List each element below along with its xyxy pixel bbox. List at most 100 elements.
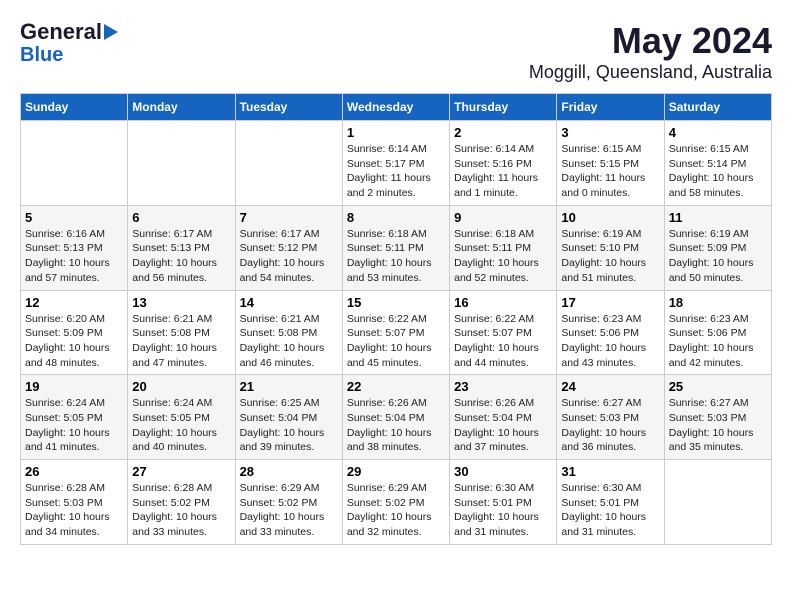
calendar-cell: 4 Sunrise: 6:15 AMSunset: 5:14 PMDaylight… <box>664 121 771 206</box>
day-number: 10 <box>561 210 659 225</box>
calendar-cell: 23 Sunrise: 6:26 AMSunset: 5:04 PMDayligh… <box>450 375 557 460</box>
column-header-tuesday: Tuesday <box>235 94 342 121</box>
day-number: 5 <box>25 210 123 225</box>
day-info: Sunrise: 6:22 AMSunset: 5:07 PMDaylight:… <box>454 312 552 371</box>
day-number: 7 <box>240 210 338 225</box>
calendar-cell: 5 Sunrise: 6:16 AMSunset: 5:13 PMDaylight… <box>21 205 128 290</box>
calendar-cell: 12 Sunrise: 6:20 AMSunset: 5:09 PMDayligh… <box>21 290 128 375</box>
day-number: 9 <box>454 210 552 225</box>
calendar-cell: 11 Sunrise: 6:19 AMSunset: 5:09 PMDayligh… <box>664 205 771 290</box>
calendar-cell: 10 Sunrise: 6:19 AMSunset: 5:10 PMDayligh… <box>557 205 664 290</box>
day-number: 22 <box>347 379 445 394</box>
day-number: 14 <box>240 295 338 310</box>
day-number: 23 <box>454 379 552 394</box>
day-number: 12 <box>25 295 123 310</box>
day-number: 20 <box>132 379 230 394</box>
day-info: Sunrise: 6:25 AMSunset: 5:04 PMDaylight:… <box>240 396 338 455</box>
logo-arrow-icon <box>104 24 118 40</box>
calendar-cell <box>128 121 235 206</box>
day-number: 28 <box>240 464 338 479</box>
day-info: Sunrise: 6:14 AMSunset: 5:16 PMDaylight:… <box>454 142 552 201</box>
day-info: Sunrise: 6:23 AMSunset: 5:06 PMDaylight:… <box>669 312 767 371</box>
column-header-sunday: Sunday <box>21 94 128 121</box>
day-number: 3 <box>561 125 659 140</box>
calendar-cell <box>235 121 342 206</box>
calendar-cell: 22 Sunrise: 6:26 AMSunset: 5:04 PMDayligh… <box>342 375 449 460</box>
calendar-cell: 3 Sunrise: 6:15 AMSunset: 5:15 PMDaylight… <box>557 121 664 206</box>
column-header-friday: Friday <box>557 94 664 121</box>
day-number: 4 <box>669 125 767 140</box>
day-info: Sunrise: 6:21 AMSunset: 5:08 PMDaylight:… <box>132 312 230 371</box>
day-info: Sunrise: 6:17 AMSunset: 5:12 PMDaylight:… <box>240 227 338 286</box>
calendar-cell: 24 Sunrise: 6:27 AMSunset: 5:03 PMDayligh… <box>557 375 664 460</box>
calendar-cell: 1Sunrise: 6:14 AMSunset: 5:17 PMDaylight… <box>342 121 449 206</box>
calendar-cell <box>21 121 128 206</box>
day-info: Sunrise: 6:27 AMSunset: 5:03 PMDaylight:… <box>669 396 767 455</box>
calendar-cell: 25 Sunrise: 6:27 AMSunset: 5:03 PMDayligh… <box>664 375 771 460</box>
day-info: Sunrise: 6:23 AMSunset: 5:06 PMDaylight:… <box>561 312 659 371</box>
day-number: 2 <box>454 125 552 140</box>
day-info: Sunrise: 6:21 AMSunset: 5:08 PMDaylight:… <box>240 312 338 371</box>
day-number: 8 <box>347 210 445 225</box>
day-number: 1 <box>347 125 445 140</box>
calendar-week-row: 5 Sunrise: 6:16 AMSunset: 5:13 PMDaylight… <box>21 205 772 290</box>
day-info: Sunrise: 6:29 AMSunset: 5:02 PMDaylight:… <box>240 481 338 540</box>
calendar-table: SundayMondayTuesdayWednesdayThursdayFrid… <box>20 93 772 545</box>
calendar-week-row: 1Sunrise: 6:14 AMSunset: 5:17 PMDaylight… <box>21 121 772 206</box>
calendar-cell: 8Sunrise: 6:18 AMSunset: 5:11 PMDaylight… <box>342 205 449 290</box>
calendar-cell: 2 Sunrise: 6:14 AMSunset: 5:16 PMDaylight… <box>450 121 557 206</box>
title-area: May 2024 Moggill, Queensland, Australia <box>529 20 772 83</box>
logo-text-general: General <box>20 20 102 44</box>
calendar-cell: 28 Sunrise: 6:29 AMSunset: 5:02 PMDayligh… <box>235 460 342 545</box>
day-number: 30 <box>454 464 552 479</box>
logo: General Blue <box>20 20 118 66</box>
day-info: Sunrise: 6:16 AMSunset: 5:13 PMDaylight:… <box>25 227 123 286</box>
column-header-thursday: Thursday <box>450 94 557 121</box>
calendar-cell: 9Sunrise: 6:18 AMSunset: 5:11 PMDaylight… <box>450 205 557 290</box>
day-number: 6 <box>132 210 230 225</box>
day-number: 29 <box>347 464 445 479</box>
calendar-cell: 29Sunrise: 6:29 AMSunset: 5:02 PMDayligh… <box>342 460 449 545</box>
calendar-cell: 17 Sunrise: 6:23 AMSunset: 5:06 PMDayligh… <box>557 290 664 375</box>
day-info: Sunrise: 6:15 AMSunset: 5:15 PMDaylight:… <box>561 142 659 201</box>
logo-text-blue: Blue <box>20 44 63 66</box>
calendar-title: May 2024 <box>529 20 772 62</box>
calendar-cell: 16Sunrise: 6:22 AMSunset: 5:07 PMDayligh… <box>450 290 557 375</box>
day-info: Sunrise: 6:20 AMSunset: 5:09 PMDaylight:… <box>25 312 123 371</box>
day-info: Sunrise: 6:26 AMSunset: 5:04 PMDaylight:… <box>347 396 445 455</box>
calendar-cell: 18Sunrise: 6:23 AMSunset: 5:06 PMDayligh… <box>664 290 771 375</box>
calendar-cell: 27 Sunrise: 6:28 AMSunset: 5:02 PMDayligh… <box>128 460 235 545</box>
day-info: Sunrise: 6:17 AMSunset: 5:13 PMDaylight:… <box>132 227 230 286</box>
calendar-cell: 6 Sunrise: 6:17 AMSunset: 5:13 PMDaylight… <box>128 205 235 290</box>
day-info: Sunrise: 6:24 AMSunset: 5:05 PMDaylight:… <box>25 396 123 455</box>
day-number: 24 <box>561 379 659 394</box>
day-info: Sunrise: 6:28 AMSunset: 5:03 PMDaylight:… <box>25 481 123 540</box>
calendar-cell: 26Sunrise: 6:28 AMSunset: 5:03 PMDayligh… <box>21 460 128 545</box>
calendar-cell: 15Sunrise: 6:22 AMSunset: 5:07 PMDayligh… <box>342 290 449 375</box>
column-header-monday: Monday <box>128 94 235 121</box>
day-info: Sunrise: 6:24 AMSunset: 5:05 PMDaylight:… <box>132 396 230 455</box>
calendar-header-row: SundayMondayTuesdayWednesdayThursdayFrid… <box>21 94 772 121</box>
day-number: 27 <box>132 464 230 479</box>
day-info: Sunrise: 6:26 AMSunset: 5:04 PMDaylight:… <box>454 396 552 455</box>
day-number: 17 <box>561 295 659 310</box>
day-number: 11 <box>669 210 767 225</box>
day-info: Sunrise: 6:19 AMSunset: 5:10 PMDaylight:… <box>561 227 659 286</box>
calendar-week-row: 12 Sunrise: 6:20 AMSunset: 5:09 PMDayligh… <box>21 290 772 375</box>
day-info: Sunrise: 6:27 AMSunset: 5:03 PMDaylight:… <box>561 396 659 455</box>
day-info: Sunrise: 6:28 AMSunset: 5:02 PMDaylight:… <box>132 481 230 540</box>
day-number: 25 <box>669 379 767 394</box>
calendar-cell: 21Sunrise: 6:25 AMSunset: 5:04 PMDayligh… <box>235 375 342 460</box>
day-info: Sunrise: 6:15 AMSunset: 5:14 PMDaylight:… <box>669 142 767 201</box>
day-info: Sunrise: 6:19 AMSunset: 5:09 PMDaylight:… <box>669 227 767 286</box>
day-number: 13 <box>132 295 230 310</box>
calendar-cell: 13 Sunrise: 6:21 AMSunset: 5:08 PMDayligh… <box>128 290 235 375</box>
calendar-cell: 7 Sunrise: 6:17 AMSunset: 5:12 PMDaylight… <box>235 205 342 290</box>
day-number: 15 <box>347 295 445 310</box>
calendar-cell: 14 Sunrise: 6:21 AMSunset: 5:08 PMDayligh… <box>235 290 342 375</box>
calendar-cell: 19Sunrise: 6:24 AMSunset: 5:05 PMDayligh… <box>21 375 128 460</box>
calendar-week-row: 26Sunrise: 6:28 AMSunset: 5:03 PMDayligh… <box>21 460 772 545</box>
page-header: General Blue May 2024 Moggill, Queenslan… <box>20 20 772 83</box>
calendar-subtitle: Moggill, Queensland, Australia <box>529 62 772 83</box>
day-info: Sunrise: 6:30 AMSunset: 5:01 PMDaylight:… <box>561 481 659 540</box>
